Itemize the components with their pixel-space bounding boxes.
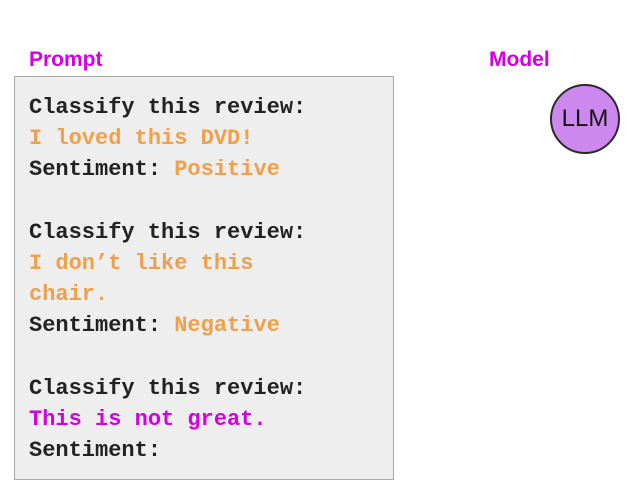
example1-sentiment-value: Positive (174, 157, 280, 182)
llm-label: LLM (561, 105, 609, 132)
example2-sentiment-prefix: Sentiment: (29, 313, 175, 338)
example1-review: I loved this DVD! (29, 126, 254, 151)
prompt-heading: Prompt (29, 48, 103, 71)
example1-instruction: Classify this review: (29, 95, 307, 120)
example2-review-line1: I don’t like this (29, 251, 254, 276)
query-review: This is not great. (29, 407, 267, 432)
query-sentiment-prefix: Sentiment: (29, 438, 162, 463)
example2-instruction: Classify this review: (29, 220, 307, 245)
example2-sentiment: Sentiment: Negative (29, 315, 280, 337)
example1-sentiment-prefix: Sentiment: (29, 157, 175, 182)
llm-model-node: LLM (550, 84, 620, 154)
example1-sentiment: Sentiment: Positive (29, 159, 280, 181)
model-heading: Model (489, 48, 550, 71)
example2-review-line2: chair. (29, 282, 109, 307)
query-instruction: Classify this review: (29, 376, 307, 401)
example2-sentiment-value: Negative (174, 313, 280, 338)
prompt-box: Classify this review: I loved this DVD! … (14, 76, 394, 480)
